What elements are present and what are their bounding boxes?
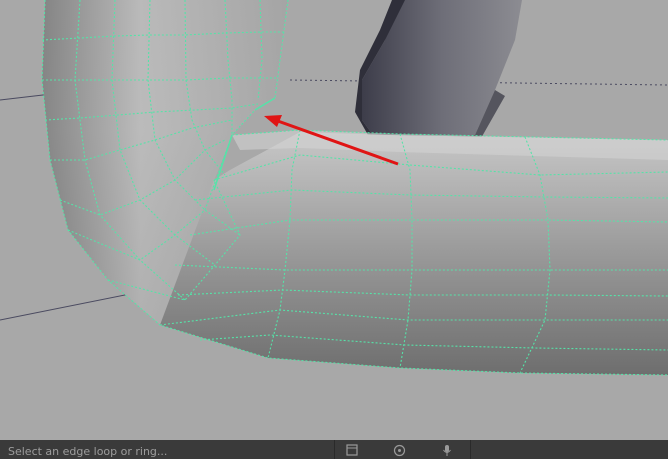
- bent-tube-mesh[interactable]: [42, 0, 668, 375]
- microphone-icon[interactable]: [440, 443, 454, 457]
- status-separator: [470, 440, 471, 459]
- ring-object[interactable]: [355, 0, 522, 142]
- status-separator: [334, 440, 335, 459]
- status-bar: Select an edge loop or ring...: [0, 440, 668, 459]
- 3d-viewport[interactable]: [0, 0, 668, 440]
- panel-icon[interactable]: [345, 443, 359, 457]
- help-line-text: Select an edge loop or ring...: [8, 445, 168, 458]
- target-icon[interactable]: [392, 443, 406, 457]
